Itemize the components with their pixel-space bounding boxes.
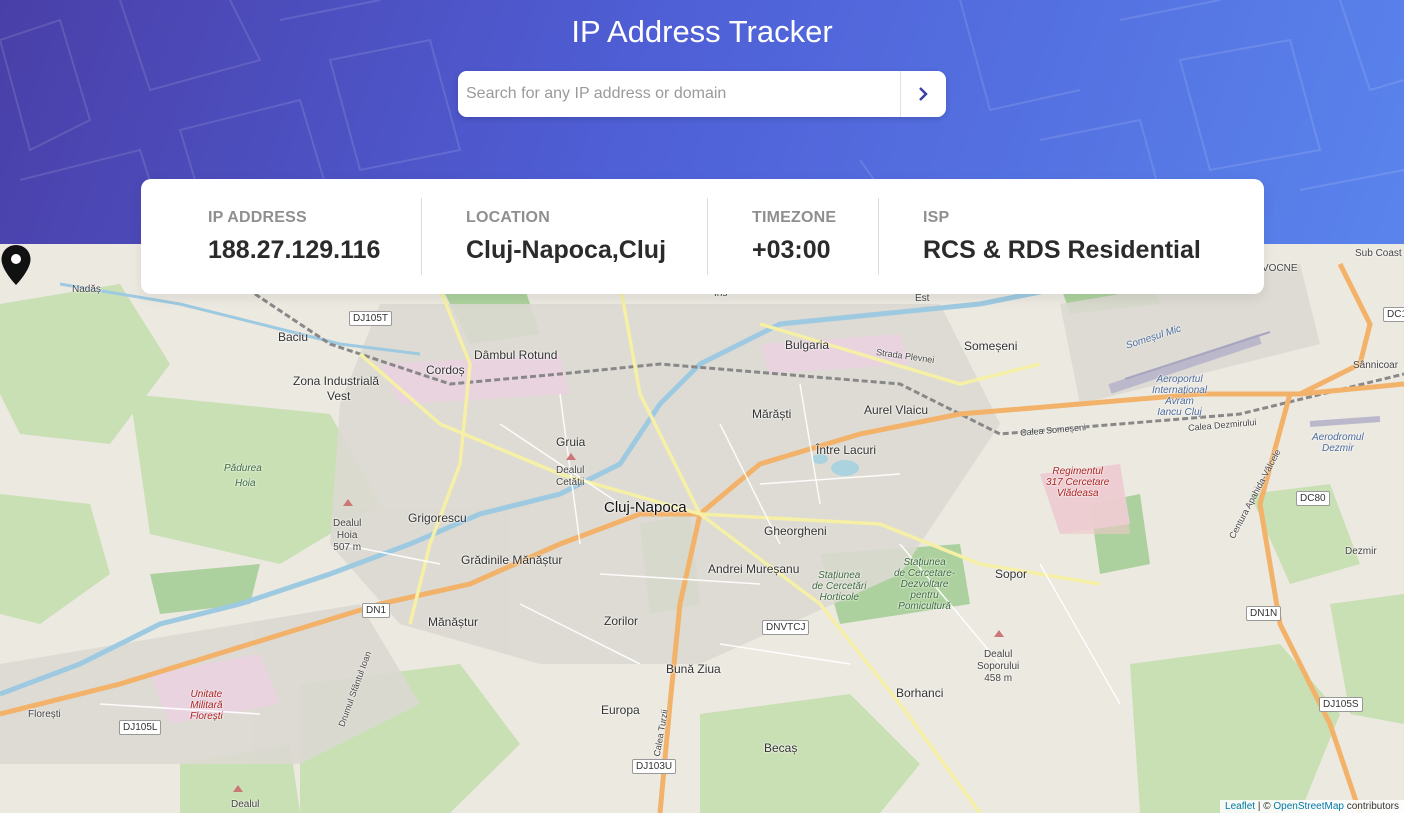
map-label-nadas: Nadăș bbox=[72, 284, 101, 295]
divider bbox=[878, 198, 879, 275]
map-label-vocne: VOCNE bbox=[1262, 263, 1298, 274]
leaflet-link[interactable]: Leaflet bbox=[1225, 801, 1255, 812]
map-label-someseni: Someșeni bbox=[964, 339, 1018, 353]
map-label-baciu: Baciu bbox=[278, 330, 309, 344]
map-label-andrei: Andrei Mureșanu bbox=[708, 562, 800, 576]
map-label-regiment: Regimentul 317 Cercetare Vlădeasa bbox=[1046, 466, 1110, 499]
map-label-padurea1: Pădurea bbox=[224, 463, 262, 474]
location-label: LOCATION bbox=[466, 209, 550, 226]
map-label-est: Est bbox=[915, 293, 930, 304]
map-label-sannicoara: Sânnicoar bbox=[1353, 360, 1399, 371]
map-label-dealul-bottom: Dealul bbox=[231, 799, 260, 810]
search-bar bbox=[458, 71, 946, 117]
road-shield: DJ105S bbox=[1319, 697, 1363, 712]
map-label-becas: Becaș bbox=[764, 741, 798, 755]
map-label-gradinile: Grădinile Mănăștur bbox=[461, 553, 563, 567]
map-label-bulgaria: Bulgaria bbox=[785, 338, 830, 352]
map-label-hoia-peak: Dealul Hoia 507 m bbox=[333, 518, 362, 553]
map-label-grigorescu: Grigorescu bbox=[408, 511, 467, 525]
map-label-statiunea-a: Stațiunea de Cercetări Horticole bbox=[812, 570, 867, 603]
search-input[interactable] bbox=[458, 71, 900, 117]
location-pin-icon[interactable] bbox=[0, 244, 32, 286]
road-shield: DJ103U bbox=[632, 759, 677, 774]
map-label-dezmir: Dezmir bbox=[1345, 546, 1377, 557]
map-label-statiunea-b: Stațiunea de Cercetare- Dezvoltare pentr… bbox=[894, 557, 956, 612]
map-view[interactable]: Cluj-Napoca Baciu Dâmbul Rotund Cordoș Z… bbox=[0, 244, 1404, 813]
chevron-right-icon bbox=[919, 87, 928, 101]
divider bbox=[421, 198, 422, 275]
road-shield: DJ105L bbox=[119, 720, 162, 735]
map-label-marasti: Mărăști bbox=[752, 407, 792, 421]
map-label-floresti: Florești bbox=[28, 709, 61, 720]
map-label-aurel: Aurel Vlaicu bbox=[864, 403, 929, 417]
map-label-cluj: Cluj-Napoca bbox=[604, 499, 687, 516]
map-label-gheorgheni: Gheorgheni bbox=[764, 524, 827, 538]
map-label-dambul: Dâmbul Rotund bbox=[474, 348, 558, 362]
map-label-borhanci: Borhanci bbox=[896, 686, 944, 700]
map-label-sopor: Sopor bbox=[995, 567, 1028, 581]
road-shield: DN1N bbox=[1246, 606, 1282, 621]
road-shield: DC80 bbox=[1296, 491, 1330, 506]
map-label-padurea2: Hoia bbox=[235, 478, 256, 489]
road-shield: DNVTCJ bbox=[762, 620, 810, 635]
map-label-intre: Între Lacuri bbox=[816, 443, 877, 457]
map-label-subcoasta: Sub Coast bbox=[1355, 248, 1402, 259]
ip-info-card: IP ADDRESS 188.27.129.116 LOCATION Cluj-… bbox=[141, 179, 1264, 294]
map-tiles bbox=[0, 244, 1404, 813]
isp-label: ISP bbox=[923, 209, 950, 226]
page-title: IP Address Tracker bbox=[571, 14, 833, 49]
openstreetmap-link[interactable]: OpenStreetMap bbox=[1273, 801, 1344, 812]
map-label-soporului-peak: Dealul Soporului 458 m bbox=[977, 649, 1020, 684]
map-label-unitate: Unitate Militară Florești bbox=[190, 689, 223, 722]
map-label-airport: Aeroportul Internațional Avram Iancu Clu… bbox=[1152, 374, 1208, 418]
map-label-buna: Bună Ziua bbox=[666, 662, 721, 676]
map-label-zorilor: Zorilor bbox=[604, 614, 639, 628]
road-shield: DJ105T bbox=[349, 311, 393, 326]
map-label-zona: Zona Industrială bbox=[293, 374, 380, 388]
divider bbox=[707, 198, 708, 275]
map-label-gruia: Gruia bbox=[556, 435, 586, 449]
road-shield: DC1 bbox=[1383, 307, 1404, 322]
map-label-cordos: Cordoș bbox=[426, 363, 465, 377]
isp-value: RCS & RDS Residential bbox=[923, 236, 1201, 264]
map-label-vest: Vest bbox=[327, 389, 351, 403]
map-label-aerodrom: Aerodromul Dezmir bbox=[1312, 432, 1364, 454]
timezone-value: +03:00 bbox=[752, 236, 831, 264]
map-attribution: Leaflet | © OpenStreetMap contributors bbox=[1220, 800, 1404, 813]
location-value: Cluj-Napoca,Cluj bbox=[466, 236, 667, 264]
map-label-manastur: Mănăștur bbox=[428, 615, 479, 629]
timezone-label: TIMEZONE bbox=[752, 209, 837, 226]
road-shield: DN1 bbox=[362, 603, 391, 618]
ip-address-value: 188.27.129.116 bbox=[208, 236, 381, 264]
ip-address-label: IP ADDRESS bbox=[208, 209, 307, 226]
search-submit-button[interactable] bbox=[900, 71, 946, 117]
map-label-cetatii-peak: Dealul Cetății bbox=[556, 465, 585, 488]
map-label-europa: Europa bbox=[601, 703, 640, 717]
